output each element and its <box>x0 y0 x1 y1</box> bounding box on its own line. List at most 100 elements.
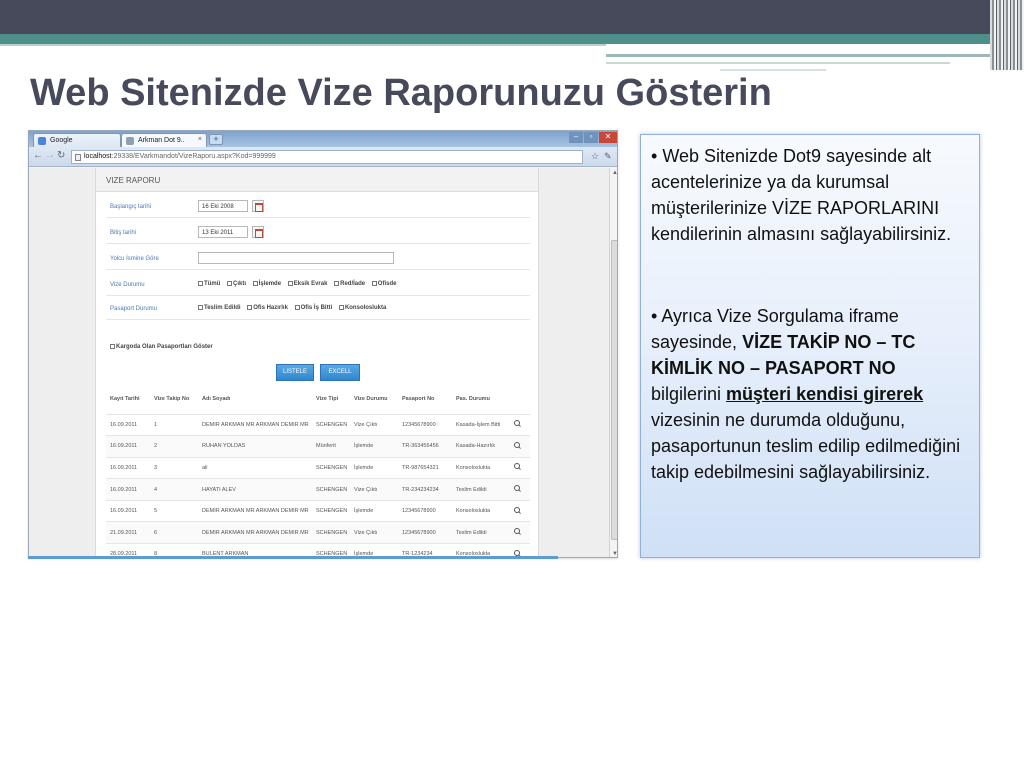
visa-status-all-checkbox[interactable]: Tümü <box>198 281 220 287</box>
start-date-input[interactable]: 16 Eki 2008 <box>198 200 248 212</box>
cell-name: DEMIR ARKMAN MR ARKMAN DEMIR MR <box>198 414 312 437</box>
passport-status-checkboxes: Teslim Edildi Ofis Hazırlık Ofis İş Bitt… <box>198 305 391 311</box>
forward-arrow-icon[interactable]: → <box>45 150 55 161</box>
tab-label: Google <box>50 137 73 144</box>
passport-delivered-checkbox[interactable]: Teslim Edildi <box>198 305 241 311</box>
new-tab-icon[interactable]: + <box>209 134 223 145</box>
cell-visa-type: SCHENGEN <box>312 478 350 501</box>
magnifier-icon[interactable] <box>514 528 521 535</box>
browser-toolbar: ← → ↻ localhost:29338/EVarkmandot/VizeRa… <box>29 147 617 167</box>
cargo-passports-checkbox[interactable]: Kargoda Olan Pasaportları Göster <box>110 344 213 350</box>
visa-status-issued-checkbox[interactable]: Çıktı <box>227 281 246 287</box>
visa-status-label: Vize Durumu <box>110 282 145 288</box>
visa-status-row: Vize Durumu Tümü Çıktı İşlemde Eksik Evr… <box>106 274 530 296</box>
excel-button[interactable]: EXCELL <box>320 364 360 381</box>
bold-underlined-phrase: müşteri kendisi girerek <box>726 384 924 404</box>
table-row[interactable]: 16.09.2011 3 ali SCHENGEN İşlemde TR-98765432… <box>106 457 530 480</box>
scroll-thumb[interactable] <box>611 240 617 540</box>
cell-passport-status: Konsoloslukta <box>452 500 510 523</box>
cell-name: ali <box>198 457 312 480</box>
cell-visa-status: İşlemde <box>350 500 398 523</box>
panel-header: VIZE RAPORU <box>96 168 538 192</box>
browser-tabbar: Google Arkman Dot 9.. × + ‒ ▫ ✕ <box>29 131 617 147</box>
column-header-actions <box>510 384 530 415</box>
slide-deco-line <box>606 54 1024 57</box>
end-date-row: Bitiş tarihi 13 Eki 2011 <box>106 222 530 244</box>
cell-passport-status: Konsoloslukta <box>452 457 510 480</box>
cell-name: DEMIR ARKMAN MR ARKMAN DEMIR MR <box>198 500 312 523</box>
magnifier-icon[interactable] <box>514 463 521 470</box>
table-row[interactable]: 21.09.2011 6 DEMIR ARKMAN MR ARKMAN DEMIR … <box>106 521 530 545</box>
slide-top-bar <box>0 0 1024 34</box>
table-row[interactable]: 16.09.2011 5 DEMIR ARKMAN MR ARKMAN DEMIR … <box>106 500 530 523</box>
visa-status-processing-checkbox[interactable]: İşlemde <box>252 281 281 287</box>
reload-icon[interactable]: ↻ <box>57 150 65 161</box>
cell-date: 21.09.2011 <box>106 521 150 545</box>
page-favicon-icon <box>126 137 134 145</box>
calendar-icon[interactable] <box>252 200 264 212</box>
traveler-name-input[interactable] <box>198 252 394 264</box>
magnifier-icon[interactable] <box>514 441 521 449</box>
visa-status-office-checkbox[interactable]: Ofisde <box>371 281 396 287</box>
visa-status-missing-docs-checkbox[interactable]: Eksik Evrak <box>287 281 327 287</box>
passport-status-row: Pasaport Durumu Teslim Edildi Ofis Hazır… <box>106 298 530 320</box>
traveler-row: Yolcu İsmine Göre <box>106 248 530 270</box>
table-row[interactable]: 16.09.2011 1 DEMIR ARKMAN MR ARKMAN DEMIR … <box>106 414 530 437</box>
cell-visa-type: Münferit <box>312 435 350 458</box>
list-button[interactable]: LISTELE <box>276 364 314 381</box>
bullet-point-1: • Web Sitenizde Dot9 sayesinde alt acent… <box>651 146 952 244</box>
tab-label: Arkman Dot 9.. <box>138 137 185 144</box>
minimize-icon[interactable]: ‒ <box>569 132 583 143</box>
cell-tracking-no: 3 <box>150 457 198 480</box>
url-host: localhost <box>84 153 112 160</box>
scroll-up-icon[interactable]: ▲ <box>611 169 617 177</box>
page-scrollbar[interactable]: ▲ ▼ <box>609 168 617 557</box>
end-date-label: Bitiş tarihi <box>110 230 137 236</box>
column-header: Pas. Durumu <box>452 384 510 415</box>
magnifier-icon[interactable] <box>514 485 521 492</box>
passport-status-label: Pasaport Durumu <box>110 306 158 312</box>
description-textbox: • Web Sitenizde Dot9 sayesinde alt acent… <box>640 134 980 558</box>
page-viewport: VIZE RAPORU Başlangıç tarihi 16 Eki 2008… <box>29 168 609 557</box>
back-arrow-icon[interactable]: ← <box>33 150 43 161</box>
magnifier-icon[interactable] <box>514 420 521 427</box>
tab-arkman-dot9[interactable]: Arkman Dot 9.. × <box>121 133 207 147</box>
visa-report-panel: VIZE RAPORU Başlangıç tarihi 16 Eki 2008… <box>95 168 539 557</box>
end-date-input[interactable]: 13 Eki 2011 <box>198 226 248 238</box>
passport-office-prep-checkbox[interactable]: Ofis Hazırlık <box>247 305 288 311</box>
cell-visa-status: İşlemde <box>350 435 398 458</box>
url-path: :29338/EVarkmandot/VizeRaporu.aspx?Kod=9… <box>111 153 276 160</box>
table-row[interactable]: 16.09.2011 4 HAYATI ALEV SCHENGEN Vize Çıktı… <box>106 478 530 501</box>
cell-visa-status: Vize Çıktı <box>350 414 398 437</box>
cell-passport-status: Kasada-Hazırlık <box>452 435 510 458</box>
cell-passport-no: TR-234234234 <box>398 478 452 501</box>
passport-office-done-checkbox[interactable]: Ofis İş Bitti <box>294 305 332 311</box>
bullet-point-2: • Ayrıca Vize Sorgulama iframe sayesinde… <box>651 306 961 482</box>
cell-passport-status: Teslim Edildi <box>452 478 510 501</box>
column-header: Vize Durumu <box>350 384 398 415</box>
bookmark-star-icon[interactable]: ☆ <box>591 151 599 162</box>
cell-visa-status: Vize Çıktı <box>350 478 398 501</box>
visa-status-rejected-checkbox[interactable]: Red/İade <box>334 281 365 287</box>
window-close-icon[interactable]: ✕ <box>599 132 617 143</box>
tab-close-icon[interactable]: × <box>198 136 202 143</box>
cell-visa-type: SCHENGEN <box>312 414 350 437</box>
column-header: Kayıt Tarihi <box>106 384 150 415</box>
passport-consulate-checkbox[interactable]: Konsoloslukta <box>338 305 386 311</box>
cell-name: HAYATI ALEV <box>198 478 312 501</box>
tab-google[interactable]: Google <box>33 133 121 147</box>
start-date-row: Başlangıç tarihi 16 Eki 2008 <box>106 196 530 218</box>
table-row[interactable]: 16.09.2011 2 RUHAN YOLDAS Münferit İşlemde TR… <box>106 435 530 458</box>
cell-tracking-no: 2 <box>150 435 198 458</box>
column-header: Vize Takip No <box>150 384 198 415</box>
address-bar[interactable]: localhost:29338/EVarkmandot/VizeRaporu.a… <box>71 150 583 164</box>
cell-visa-type: SCHENGEN <box>312 457 350 480</box>
slide-deco-line <box>606 62 950 64</box>
wrench-icon[interactable]: ✎ <box>604 151 612 162</box>
cell-tracking-no: 4 <box>150 478 198 501</box>
cell-passport-no: 12345678900 <box>398 521 452 545</box>
maximize-icon[interactable]: ▫ <box>584 132 598 143</box>
magnifier-icon[interactable] <box>514 506 521 514</box>
calendar-icon[interactable] <box>252 226 264 238</box>
scroll-down-icon[interactable]: ▼ <box>611 550 617 557</box>
